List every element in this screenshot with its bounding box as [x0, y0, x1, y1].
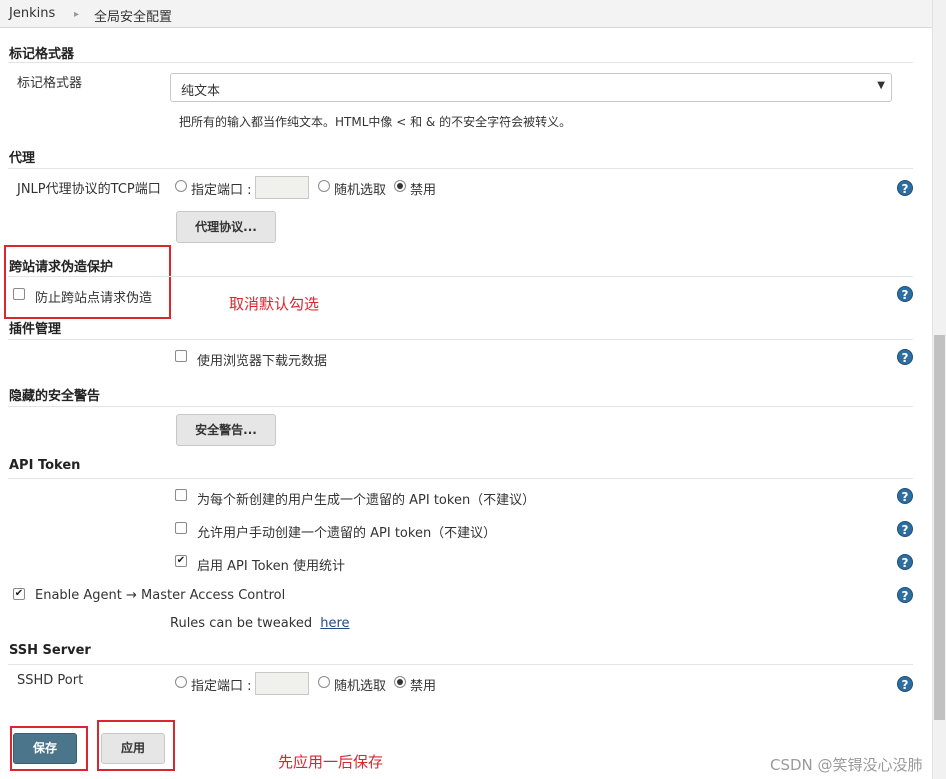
markup-formatter-description: 把所有的输入都当作纯文本。HTML中像 < 和 & 的不安全字符会被转义。 [179, 115, 572, 129]
rules-tweak-prefix: Rules can be tweaked [170, 616, 313, 631]
api-token-usage-stats-checkbox[interactable]: ✔ [175, 555, 187, 567]
divider [8, 478, 913, 479]
divider [8, 664, 913, 665]
section-title-api-token: API Token [9, 458, 81, 473]
section-title-plugin: 插件管理 [9, 322, 62, 337]
sshd-port-random-label: 随机选取 [334, 679, 387, 694]
security-warnings-button[interactable]: 安全警告... [176, 414, 276, 446]
help-icon[interactable]: ? [897, 521, 913, 537]
annotation-uncheck-default: 取消默认勾选 [229, 295, 320, 313]
csrf-checkbox[interactable] [13, 288, 25, 300]
breadcrumb-jenkins-link[interactable]: Jenkins [9, 6, 55, 21]
sshd-port-input[interactable] [255, 672, 309, 695]
section-title-markup: 标记格式器 [9, 47, 75, 62]
section-title-proxy: 代理 [9, 151, 36, 166]
sshd-port-disable-label: 禁用 [410, 679, 437, 694]
api-token-legacy-manual-label: 允许用户手动创建一个遗留的 API token（不建议） [197, 526, 497, 541]
section-title-hidden-warnings: 隐藏的安全警告 [9, 389, 101, 404]
jnlp-port-fixed-label: 指定端口 : [191, 183, 252, 198]
jnlp-port-fixed-radio[interactable] [175, 180, 187, 192]
apply-button[interactable]: 应用 [101, 733, 165, 764]
dropdown-arrow-icon: ▼ [877, 80, 885, 91]
scrollbar-thumb[interactable] [934, 335, 945, 720]
section-title-ssh: SSH Server [9, 643, 91, 658]
divider [8, 62, 913, 63]
api-token-usage-stats-label: 启用 API Token 使用统计 [197, 559, 345, 574]
help-icon[interactable]: ? [897, 349, 913, 365]
plugin-browser-metadata-label: 使用浏览器下载元数据 [197, 354, 328, 369]
markup-formatter-selected: 纯文本 [181, 84, 221, 99]
breadcrumb-separator-icon: ▸ [74, 9, 80, 20]
jnlp-port-random-radio[interactable] [318, 180, 330, 192]
breadcrumb-current: 全局安全配置 [94, 10, 173, 25]
jnlp-port-disable-label: 禁用 [410, 183, 437, 198]
help-icon[interactable]: ? [897, 180, 913, 196]
sshd-port-random-radio[interactable] [318, 676, 330, 688]
sshd-port-fixed-label: 指定端口 : [191, 679, 252, 694]
markup-formatter-label: 标记格式器 [17, 76, 83, 91]
agent-master-access-checkbox[interactable]: ✔ [13, 588, 25, 600]
breadcrumb: Jenkins ▸ 全局安全配置 [0, 0, 932, 28]
help-icon[interactable]: ? [897, 676, 913, 692]
help-icon[interactable]: ? [897, 554, 913, 570]
divider [8, 339, 913, 340]
rules-tweak-text: Rules can be tweaked here [170, 616, 350, 631]
jnlp-port-random-label: 随机选取 [334, 183, 387, 198]
divider [8, 406, 913, 407]
annotation-apply-then-save: 先应用一后保存 [278, 753, 384, 771]
help-icon[interactable]: ? [897, 286, 913, 302]
api-token-legacy-new-user-checkbox[interactable] [175, 489, 187, 501]
jnlp-port-label: JNLP代理协议的TCP端口 [17, 182, 161, 197]
agent-protocols-button[interactable]: 代理协议... [176, 211, 276, 243]
save-button[interactable]: 保存 [13, 733, 77, 764]
help-icon[interactable]: ? [897, 587, 913, 603]
sshd-port-disable-radio[interactable] [394, 676, 406, 688]
csrf-checkbox-label: 防止跨站点请求伪造 [35, 291, 153, 306]
rules-here-link[interactable]: here [320, 616, 349, 631]
agent-master-access-label: Enable Agent → Master Access Control [35, 588, 286, 603]
api-token-legacy-new-user-label: 为每个新创建的用户生成一个遗留的 API token（不建议） [197, 493, 536, 508]
help-icon[interactable]: ? [897, 488, 913, 504]
jnlp-port-input[interactable] [255, 176, 309, 199]
sshd-port-label: SSHD Port [17, 673, 84, 688]
divider [8, 168, 913, 169]
divider [8, 276, 913, 277]
api-token-legacy-manual-checkbox[interactable] [175, 522, 187, 534]
watermark-text: CSDN @笑锝没心没肺 [770, 756, 923, 774]
sshd-port-fixed-radio[interactable] [175, 676, 187, 688]
markup-formatter-select[interactable]: 纯文本 ▼ [170, 73, 892, 102]
jnlp-port-disable-radio[interactable] [394, 180, 406, 192]
plugin-browser-metadata-checkbox[interactable] [175, 350, 187, 362]
section-title-csrf: 跨站请求伪造保护 [9, 260, 114, 275]
